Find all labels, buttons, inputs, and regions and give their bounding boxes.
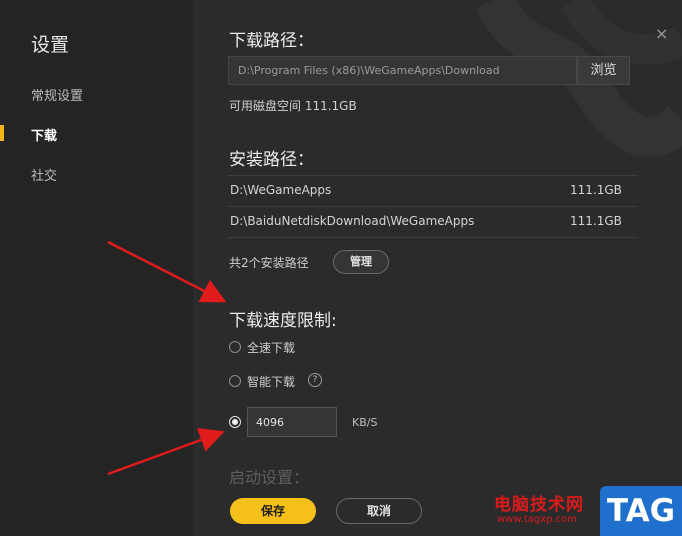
full-speed-radio[interactable] — [229, 341, 241, 353]
speed-limit-title: 下载速度限制: — [229, 311, 337, 331]
manage-button[interactable]: 管理 — [333, 250, 389, 274]
save-button[interactable]: 保存 — [230, 498, 316, 524]
watermark-tag-logo: TAG — [600, 486, 682, 536]
cancel-button[interactable]: 取消 — [336, 498, 422, 524]
disk-space-text: 可用磁盘空间 111.1GB — [229, 99, 357, 113]
divider — [228, 206, 638, 207]
close-icon[interactable]: × — [655, 24, 668, 43]
sidebar: 设置 常规设置 下载 社交 — [0, 0, 193, 536]
speed-unit: KB/S — [352, 416, 378, 429]
install-path-title: 安装路径： — [229, 150, 314, 170]
settings-title: 设置 — [31, 34, 70, 56]
startup-title: 启动设置： — [229, 468, 310, 487]
install-path-size-1: 111.1GB — [570, 183, 622, 197]
smart-download-label[interactable]: 智能下载 — [247, 373, 295, 390]
install-path-count: 共2个安装路径 — [229, 256, 309, 270]
divider — [228, 237, 638, 238]
download-path-field[interactable]: D:\Program Files (x86)\WeGameApps\Downlo… — [228, 56, 577, 85]
speed-limit-input[interactable] — [247, 407, 337, 437]
install-path-row-1[interactable]: D:\WeGameApps — [230, 183, 331, 197]
smart-download-radio[interactable] — [229, 375, 241, 387]
install-path-row-2[interactable]: D:\BaiduNetdiskDownload\WeGameApps — [230, 214, 474, 228]
full-speed-label[interactable]: 全速下载 — [247, 339, 295, 356]
install-path-size-2: 111.1GB — [570, 214, 622, 228]
watermark-url: www.tagxp.com — [497, 514, 577, 525]
divider — [228, 175, 638, 176]
help-icon[interactable]: ? — [308, 373, 322, 387]
sidebar-item-general[interactable]: 常规设置 — [31, 85, 83, 104]
limit-speed-radio[interactable] — [229, 416, 241, 428]
sidebar-item-social[interactable]: 社交 — [31, 165, 57, 184]
sidebar-item-download[interactable]: 下载 — [31, 125, 57, 144]
active-marker — [0, 125, 4, 141]
browse-button[interactable]: 浏览 — [577, 56, 630, 85]
watermark-site-name: 电脑技术网 — [494, 495, 584, 515]
